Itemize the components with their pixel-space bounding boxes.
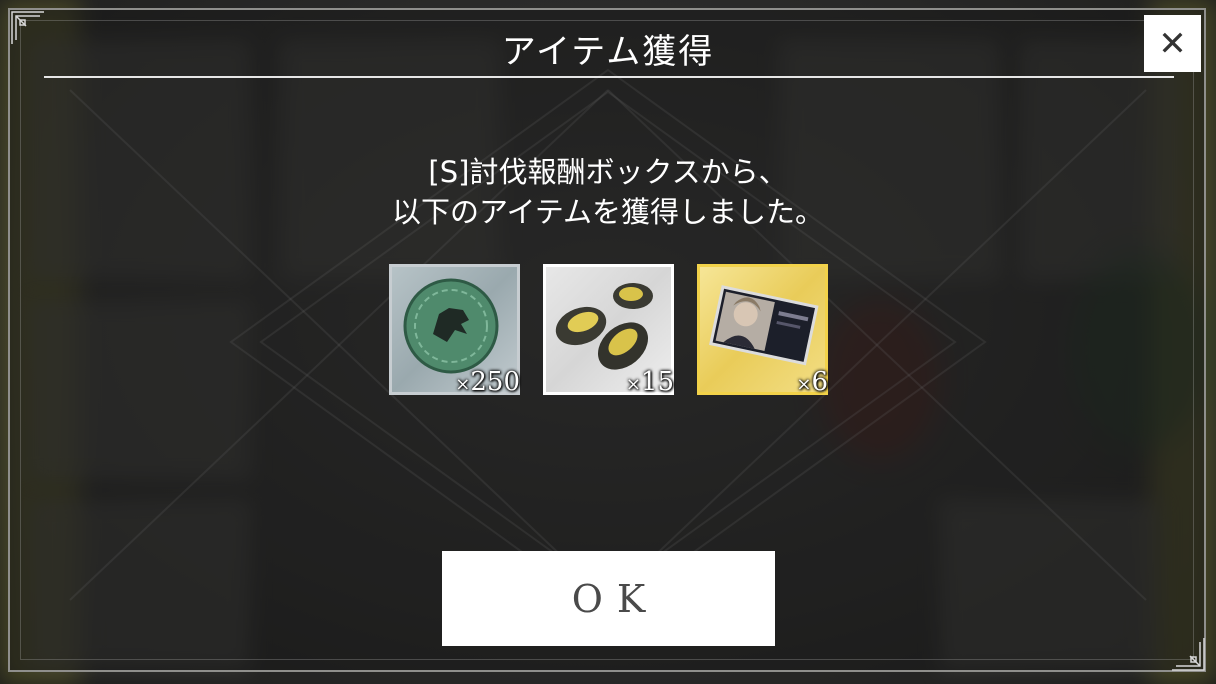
corner-ornament-icon: [1170, 636, 1206, 672]
close-button[interactable]: ✕: [1144, 15, 1201, 72]
item-quantity: ×6: [796, 367, 828, 397]
ok-button-label: OK: [571, 576, 660, 621]
game-screen: アイテム獲得 ✕ [S]討伐報酬ボックスから、 以下のアイテムを獲得しました。 …: [0, 0, 1216, 684]
reward-item-ticket[interactable]: ×6: [697, 264, 828, 397]
reward-item-ore[interactable]: ×15: [543, 264, 674, 397]
close-icon: ✕: [1158, 23, 1187, 64]
reward-item-medal[interactable]: ×250: [389, 264, 520, 397]
reward-message: [S]討伐報酬ボックスから、 以下のアイテムを獲得しました。: [0, 152, 1216, 232]
message-line: 以下のアイテムを獲得しました。: [391, 195, 825, 229]
item-quantity: ×250: [455, 367, 520, 397]
ok-button[interactable]: OK: [442, 551, 775, 646]
title-divider: [44, 76, 1174, 78]
dialog-title: アイテム獲得: [501, 32, 715, 72]
message-line: [S]討伐報酬ボックスから、: [428, 155, 788, 189]
item-quantity: ×15: [625, 367, 674, 397]
